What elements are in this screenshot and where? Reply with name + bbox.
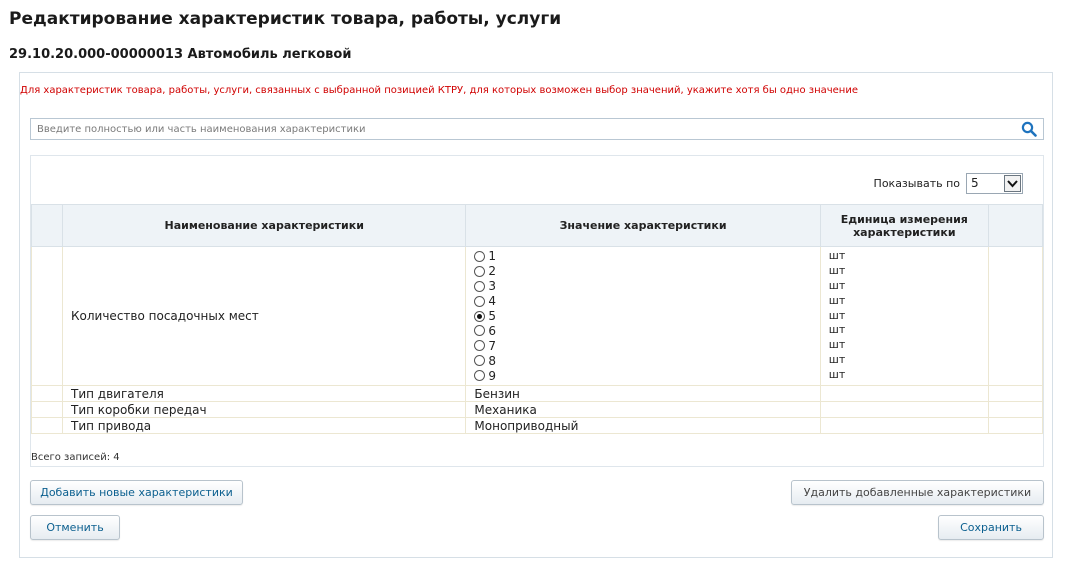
row-edge-left (30, 385, 64, 403)
table-row: Тип коробки передач Механика (30, 401, 1044, 419)
row-edge-left (30, 245, 64, 387)
page-size-label: Показывать по (873, 177, 960, 190)
page-size-control: Показывать по 5 (874, 173, 1023, 194)
radio-option[interactable]: 5 (474, 309, 811, 324)
row-edge-left (30, 417, 64, 435)
radio-button[interactable] (474, 310, 486, 322)
characteristic-value: Механика (465, 401, 821, 419)
radio-option[interactable]: 8 (474, 353, 811, 368)
row-edge-right (987, 417, 1044, 435)
save-button[interactable]: Сохранить (938, 515, 1044, 540)
warning-message: Для характеристик товара, работы, услуги… (20, 85, 858, 96)
cancel-button[interactable]: Отменить (30, 515, 120, 540)
row-edge-right (987, 401, 1044, 419)
total-records: Всего записей: 4 (31, 452, 120, 463)
characteristic-name: Тип привода (62, 417, 467, 435)
characteristic-name: Тип двигателя (62, 385, 467, 403)
radio-option-label: 9 (488, 368, 497, 383)
table-row: Тип двигателя Бензин (30, 385, 1044, 403)
radio-option-label: 4 (488, 294, 497, 309)
radio-option[interactable]: 1 (474, 249, 811, 264)
header-edge-right (987, 204, 1044, 247)
radio-button[interactable] (474, 355, 486, 367)
search-icon[interactable] (1021, 121, 1037, 137)
radio-button[interactable] (474, 280, 486, 292)
radio-button[interactable] (474, 340, 486, 352)
radio-option[interactable]: 2 (474, 264, 811, 279)
radio-option-label: 1 (488, 249, 497, 264)
characteristics-grid-panel: Показывать по 5 Наименование характерист… (30, 155, 1044, 467)
column-header-name: Наименование характеристики (62, 204, 467, 247)
characteristic-unit (819, 417, 989, 435)
radio-option-label: 3 (488, 279, 497, 294)
row-edge-right (987, 245, 1044, 387)
table-row: Тип привода Моноприводный (30, 417, 1044, 435)
unit-value: шт (828, 308, 846, 322)
unit-value: шт (828, 338, 846, 352)
table-row: Количество посадочных мест 123456789 шт ш… (30, 245, 1044, 387)
characteristics-table: Наименование характеристики Значение хар… (30, 204, 1044, 435)
radio-option-label: 8 (488, 353, 497, 368)
search-box (30, 118, 1044, 140)
header-edge-left (30, 204, 64, 247)
radio-option-label: 5 (488, 309, 497, 323)
page-title: Редактирование характеристик товара, раб… (9, 9, 562, 29)
unit-value: шт (828, 249, 846, 262)
radio-option-label: 6 (488, 323, 497, 338)
row-edge-right (987, 385, 1044, 403)
radio-option[interactable]: 4 (474, 294, 811, 309)
radio-button[interactable] (474, 325, 486, 337)
characteristic-value: Моноприводный (465, 417, 821, 435)
characteristic-units: шт шт шт шт шт шт шт шт шт (819, 245, 989, 387)
add-characteristics-button[interactable]: Добавить новые характеристики (30, 480, 243, 505)
radio-option[interactable]: 9 (474, 368, 811, 383)
delete-added-characteristics-button[interactable]: Удалить добавленные характеристики (791, 480, 1044, 505)
unit-value: шт (828, 293, 846, 307)
characteristic-unit (819, 385, 989, 403)
search-input[interactable] (31, 119, 1011, 139)
radio-option-label: 7 (488, 338, 497, 353)
column-header-unit: Единица измерения характеристики (819, 204, 989, 247)
unit-value: шт (828, 278, 846, 292)
product-subtitle: 29.10.20.000-00000013 Автомобиль легково… (9, 47, 352, 62)
radio-button[interactable] (474, 265, 486, 277)
radio-button[interactable] (474, 370, 486, 382)
characteristic-name: Количество посадочных мест (62, 245, 467, 387)
radio-option-label: 2 (488, 264, 497, 279)
chevron-down-icon[interactable] (1004, 175, 1021, 192)
radio-option[interactable]: 6 (474, 323, 811, 338)
unit-value: шт (828, 263, 846, 277)
radio-option[interactable]: 7 (474, 338, 811, 353)
characteristic-value: Бензин (465, 385, 821, 403)
unit-value: шт (828, 368, 846, 382)
page-size-select[interactable]: 5 (966, 173, 1023, 194)
characteristic-value-options: 123456789 (465, 245, 821, 387)
unit-value: шт (828, 323, 846, 337)
page-size-value: 5 (971, 176, 979, 190)
unit-value: шт (828, 353, 846, 367)
column-header-value: Значение характеристики (465, 204, 821, 247)
radio-button[interactable] (474, 250, 486, 262)
characteristics-panel: Для характеристик товара, работы, услуги… (19, 72, 1053, 558)
row-edge-left (30, 401, 64, 419)
table-header-row: Наименование характеристики Значение хар… (30, 204, 1044, 247)
characteristic-unit (819, 401, 989, 419)
characteristic-name: Тип коробки передач (62, 401, 467, 419)
radio-button[interactable] (474, 295, 486, 307)
radio-option[interactable]: 3 (474, 279, 811, 294)
